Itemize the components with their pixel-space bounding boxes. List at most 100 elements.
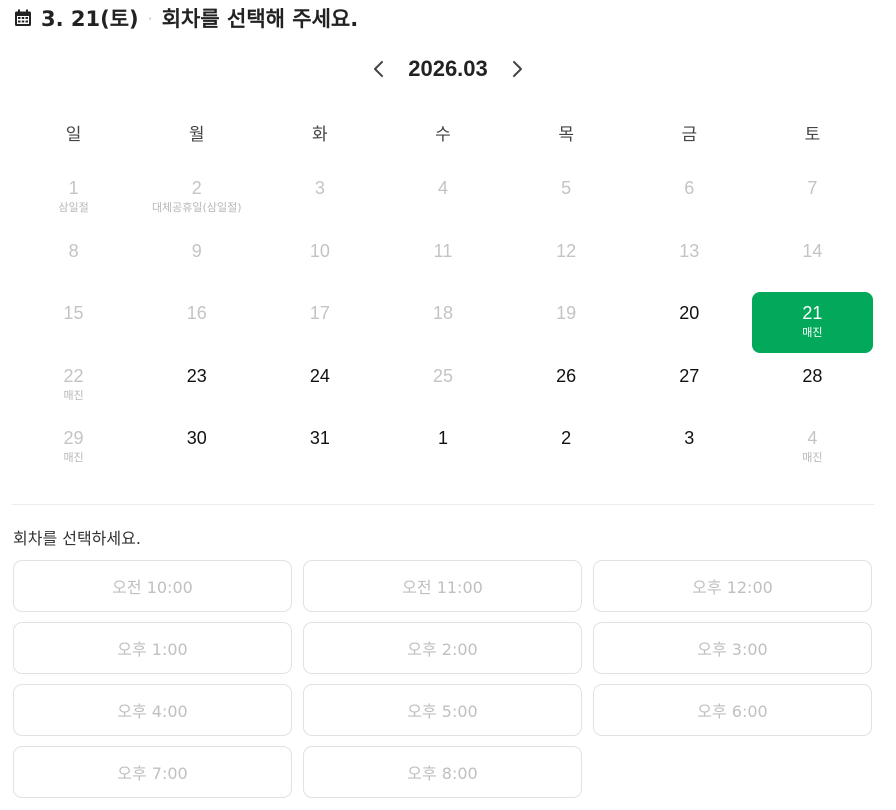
time-slot-grid: 오전 10:00 오전 11:00 오후 12:00 오후 1:00 오후 2:00 오후…: [13, 560, 872, 798]
day-number: 4: [437, 178, 448, 198]
day-number: 11: [433, 240, 453, 261]
calendar-day[interactable]: 1: [381, 417, 504, 480]
day-number: 9: [191, 240, 202, 261]
day-number: 19: [556, 303, 577, 323]
day-number: 27: [679, 365, 700, 386]
calendar-day[interactable]: 26: [505, 355, 628, 418]
day-number: 1: [437, 428, 448, 448]
next-month-button[interactable]: [502, 54, 532, 84]
calendar-day: 6: [628, 167, 751, 230]
calendar-day: 16: [135, 292, 258, 355]
calendar-day: 13: [628, 230, 751, 293]
time-slot-button[interactable]: 오후 3:00: [593, 622, 872, 674]
weekday-tue: 화: [312, 125, 328, 145]
month-navigator: 2026.03: [0, 52, 896, 86]
calendar-day[interactable]: 23: [135, 355, 258, 418]
day-number: 8: [68, 240, 79, 261]
day-number: 5: [561, 178, 572, 198]
calendar-day[interactable]: 31: [258, 417, 381, 480]
calendar-day: 8: [12, 230, 135, 293]
day-number: 10: [309, 240, 330, 261]
time-slot-button[interactable]: 오후 4:00: [13, 684, 292, 736]
calendar-day: 10: [258, 230, 381, 293]
day-note: 대체공휴일(삼일절): [151, 201, 242, 214]
selected-date: 3. 21(토): [41, 7, 139, 31]
calendar-day: 11: [381, 230, 504, 293]
page-header: 3. 21(토) · 회차를 선택해 주세요.: [14, 4, 358, 32]
time-slot-button[interactable]: 오후 1:00: [13, 622, 292, 674]
calendar-day: 12: [505, 230, 628, 293]
time-slot-button[interactable]: 오전 11:00: [303, 560, 582, 612]
weekday-header: 일 월 화 수 목 금 토: [12, 120, 874, 150]
calendar-day: 5: [505, 167, 628, 230]
calendar-day: 25: [381, 355, 504, 418]
calendar-day[interactable]: 27: [628, 355, 751, 418]
calendar-day[interactable]: 30: [135, 417, 258, 480]
calendar-day-selected[interactable]: 21 매진: [751, 292, 873, 353]
day-number: 26: [556, 365, 577, 386]
calendar-day[interactable]: 24: [258, 355, 381, 418]
weekday-fri: 금: [681, 125, 698, 145]
month-label: 2026.03: [408, 56, 488, 81]
weekday-thu: 목: [558, 125, 574, 145]
divider: [12, 504, 874, 505]
time-slot-button[interactable]: 오후 5:00: [303, 684, 582, 736]
calendar-day: 14: [751, 230, 874, 293]
time-slot-button[interactable]: 오전 10:00: [13, 560, 292, 612]
calendar-day: 4 매진: [751, 417, 874, 480]
day-number: 4: [807, 428, 818, 448]
day-note: 매진: [63, 388, 84, 402]
time-slot-button[interactable]: 오후 12:00: [593, 560, 872, 612]
time-slot-button[interactable]: 오후 7:00: [13, 746, 292, 798]
day-number: 15: [63, 303, 84, 323]
header-separator: ·: [147, 8, 153, 28]
day-note: 매진: [63, 451, 84, 464]
calendar-day: 9: [135, 230, 258, 293]
day-note: 삼일절: [58, 201, 89, 214]
day-number: 20: [679, 303, 700, 323]
prev-month-button[interactable]: [364, 54, 394, 84]
day-number: 18: [432, 303, 453, 323]
calendar-day: 19: [505, 292, 628, 355]
day-number: 13: [679, 240, 700, 261]
day-number: 2: [191, 178, 202, 198]
chevron-right-icon: [512, 61, 522, 77]
day-number: 2: [561, 428, 572, 448]
day-number: 28: [802, 365, 823, 386]
calendar-day[interactable]: 2: [505, 417, 628, 480]
day-number: 29: [63, 428, 84, 448]
weekday-sat: 토: [804, 125, 821, 145]
calendar-day: 3: [258, 167, 381, 230]
day-number: 22: [63, 365, 84, 386]
slot-section-label: 회차를 선택하세요.: [13, 529, 141, 548]
day-number: 6: [684, 178, 695, 198]
time-slot-button[interactable]: 오후 2:00: [303, 622, 582, 674]
calendar-day: 18: [381, 292, 504, 355]
time-slot-button[interactable]: 오후 8:00: [303, 746, 582, 798]
day-number: 3: [684, 428, 695, 448]
calendar-day[interactable]: 3: [628, 417, 751, 480]
calendar-day: 7: [751, 167, 874, 230]
day-number: 24: [309, 365, 330, 386]
day-number: 31: [309, 428, 330, 448]
calendar-day: 1 삼일절: [12, 167, 135, 230]
day-number: 16: [186, 303, 207, 323]
day-number: 14: [802, 240, 823, 261]
calendar-day: 2 대체공휴일(삼일절): [135, 167, 258, 230]
calendar-grid: 1 삼일절 2 대체공휴일(삼일절) 3 4 5 6 7 8 9 10 11 12 13 14 15 16 17 18…: [12, 167, 874, 480]
day-note: 매진: [802, 451, 823, 464]
day-note: 매진: [802, 326, 823, 339]
calendar-day: 4: [381, 167, 504, 230]
day-number: 12: [556, 240, 577, 261]
day-number: 3: [314, 178, 325, 198]
weekday-sun: 일: [65, 125, 82, 145]
calendar-day[interactable]: 20: [628, 292, 751, 355]
calendar-day: 15: [12, 292, 135, 355]
chevron-left-icon: [374, 61, 384, 77]
calendar-day[interactable]: 28: [751, 355, 874, 418]
calendar-day: 17: [258, 292, 381, 355]
header-prompt: 회차를 선택해 주세요.: [161, 7, 359, 31]
weekday-wed: 수: [435, 125, 451, 145]
day-number: 21: [802, 303, 823, 323]
time-slot-button[interactable]: 오후 6:00: [593, 684, 872, 736]
